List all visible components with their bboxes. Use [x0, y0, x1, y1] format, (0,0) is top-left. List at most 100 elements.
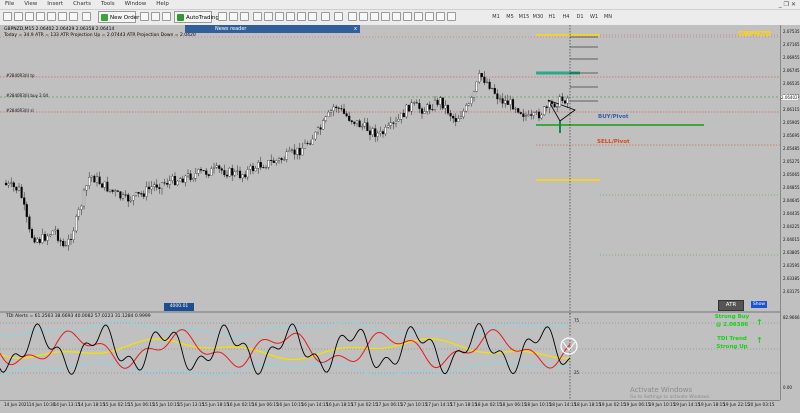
candle-body	[212, 167, 216, 169]
candle-body	[519, 112, 522, 114]
profiles-icon[interactable]	[14, 12, 23, 21]
bar-chart-icon[interactable]	[218, 12, 227, 21]
candle-body	[43, 234, 47, 241]
candle-body	[121, 194, 125, 199]
channel-icon[interactable]	[403, 12, 412, 21]
candle-body	[225, 174, 229, 177]
toolbar: New Order AutoTrading M1 M5 M15 M30 H1 H…	[0, 10, 800, 26]
menu-bar: File View Insert Charts Tools Window Help	[0, 0, 800, 10]
tf-mn[interactable]: MN	[602, 12, 614, 22]
tf-d1[interactable]: D1	[574, 12, 586, 22]
candle-body	[402, 112, 405, 118]
autotrading-button[interactable]: AutoTrading	[174, 11, 219, 23]
show-button[interactable]: Show	[751, 301, 767, 308]
menu-window[interactable]: Window	[120, 0, 152, 9]
strategy-tester-icon[interactable]	[69, 12, 78, 21]
price-axis[interactable]: 2.075352.071652.069552.067452.065352.063…	[780, 25, 800, 400]
tf-m5[interactable]: M5	[504, 12, 516, 22]
chart-shift-icon[interactable]	[286, 12, 295, 21]
time-axis-label: 18 Jun 10:15	[524, 402, 552, 407]
tf-w1[interactable]: W1	[588, 12, 600, 22]
navigator-icon[interactable]	[47, 12, 56, 21]
candle-body	[220, 168, 223, 171]
news-reader-bar[interactable]: News reader x	[185, 25, 360, 33]
menu-file[interactable]: File	[0, 0, 19, 9]
candle-body	[454, 118, 457, 122]
bottom-tag[interactable]: 4000.01	[164, 303, 194, 311]
candle-body	[80, 205, 83, 210]
menu-help[interactable]: Help	[151, 0, 174, 9]
time-axis-label: 19 Jun 18:15	[698, 402, 725, 407]
tf-m15[interactable]: M15	[518, 12, 530, 22]
candle-body	[309, 143, 312, 145]
candle-body	[345, 113, 348, 117]
tf-m1[interactable]: M1	[490, 12, 502, 22]
new-order-button[interactable]: New Order	[98, 11, 139, 23]
new-chart-icon[interactable]	[3, 12, 12, 21]
time-axis-label: 18 Jun 06:15	[500, 402, 527, 407]
candle-body	[192, 178, 195, 180]
cursor-icon[interactable]	[348, 12, 357, 21]
autoscroll-icon[interactable]	[297, 12, 306, 21]
time-axis-label: 20 Jun 03:15	[748, 402, 775, 407]
time-axis-label: 14 Jun 18:15	[78, 402, 105, 407]
close-icon[interactable]: x	[354, 25, 357, 33]
vertical-line-icon[interactable]	[370, 12, 379, 21]
metaeditor-icon[interactable]	[140, 12, 149, 21]
time-axis-label: 16 Jun 10:15	[276, 402, 304, 407]
menu-tools[interactable]: Tools	[96, 0, 120, 9]
candlestick-icon[interactable]	[229, 12, 238, 21]
time-axis-label: 18 Jun 02:15	[475, 402, 502, 407]
candle-body	[480, 73, 483, 78]
candle-body	[160, 182, 164, 189]
periods-icon[interactable]	[321, 12, 330, 21]
candle-body	[207, 174, 210, 176]
market-watch-icon[interactable]	[25, 12, 34, 21]
windows-watermark: Activate Windows Go to Settings to activ…	[630, 386, 711, 402]
candle-body	[355, 120, 359, 124]
time-axis-label: 14 Jun 10:30	[28, 402, 56, 407]
templates-icon[interactable]	[334, 12, 343, 21]
tf-m30[interactable]: M30	[532, 12, 544, 22]
tf-h1[interactable]: H1	[546, 12, 558, 22]
zoom-out-icon[interactable]	[264, 12, 273, 21]
indicator-axis-label: 0.00	[783, 385, 792, 390]
window-controls[interactable]: _ ❐ ✕	[779, 0, 796, 9]
candle-body	[20, 186, 23, 198]
candle-body	[72, 230, 75, 240]
candle-body	[67, 239, 70, 246]
signals-icon[interactable]	[151, 12, 160, 21]
candle-body	[215, 165, 218, 168]
undo-icon[interactable]	[82, 12, 91, 21]
line-chart-icon[interactable]	[240, 12, 249, 21]
data-window-icon[interactable]	[36, 12, 45, 21]
price-axis-label: 2.07165	[783, 42, 800, 47]
tile-windows-icon[interactable]	[275, 12, 284, 21]
candle-body	[283, 159, 286, 161]
text-icon[interactable]	[425, 12, 434, 21]
tf-h4[interactable]: H4	[560, 12, 572, 22]
atr-button[interactable]: ATR	[718, 300, 744, 311]
arrows-icon[interactable]	[447, 12, 456, 21]
candle-body	[36, 238, 39, 243]
candle-body	[496, 93, 499, 100]
fibonacci-icon[interactable]	[414, 12, 423, 21]
menu-insert[interactable]: Insert	[42, 0, 68, 9]
crosshair-icon[interactable]	[359, 12, 368, 21]
atr-info: Today = 34.9 ATR = 133 ATR Projection Up…	[4, 33, 196, 38]
horizontal-line-icon[interactable]	[381, 12, 390, 21]
trendline-icon[interactable]	[392, 12, 401, 21]
menu-view[interactable]: View	[19, 0, 42, 9]
candle-body	[324, 116, 327, 121]
candle-body	[132, 195, 135, 201]
menu-charts[interactable]: Charts	[68, 0, 96, 9]
terminal-icon[interactable]	[58, 12, 67, 21]
zoom-in-icon[interactable]	[253, 12, 262, 21]
candle-body	[322, 120, 325, 130]
vps-icon[interactable]	[162, 12, 171, 21]
candle-body	[348, 115, 351, 121]
autotrading-icon	[177, 14, 184, 21]
candle-body	[517, 108, 520, 113]
indicators-icon[interactable]	[308, 12, 317, 21]
label-icon[interactable]	[436, 12, 445, 21]
